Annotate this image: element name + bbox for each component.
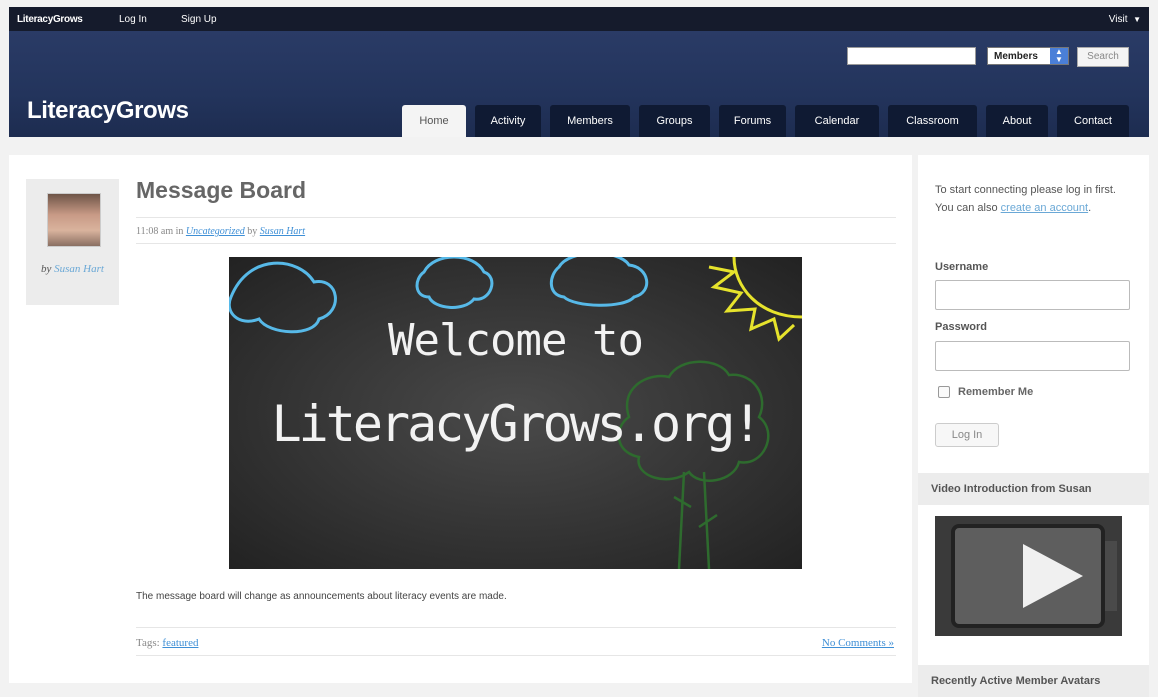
author-avatar[interactable]	[47, 193, 101, 247]
login-intro: To start connecting please log in first.…	[935, 181, 1135, 217]
tab-calendar[interactable]: Calendar	[795, 105, 879, 137]
tag-link[interactable]: featured	[162, 637, 198, 649]
remember-label: Remember Me	[958, 386, 1034, 398]
search-input[interactable]	[847, 47, 976, 65]
remember-me[interactable]: Remember Me	[938, 386, 1034, 399]
tab-activity[interactable]: Activity	[475, 105, 541, 137]
video-heading: Video Introduction from Susan	[918, 473, 1149, 505]
play-icon	[935, 516, 1122, 636]
remember-checkbox[interactable]	[938, 386, 950, 399]
post-body: The message board will change as announc…	[136, 591, 507, 602]
password-label: Password	[935, 321, 987, 333]
login-button[interactable]: Log In	[935, 423, 999, 447]
image-text-welcome: Welcome to	[388, 315, 644, 366]
divider	[136, 217, 896, 218]
author-byline: by Susan Hart	[26, 261, 119, 278]
tab-home[interactable]: Home	[402, 105, 466, 137]
post-meta: 11:08 am in Uncategorized by Susan Hart	[136, 226, 305, 237]
admin-bar-login-link[interactable]: Log In	[119, 14, 147, 25]
divider	[136, 243, 896, 244]
site-title[interactable]: LiteracyGrows	[27, 97, 189, 125]
divider	[136, 655, 896, 656]
post-author-link[interactable]: Susan Hart	[260, 226, 305, 237]
tab-groups[interactable]: Groups	[639, 105, 710, 137]
divider	[136, 627, 896, 628]
video-thumbnail[interactable]	[935, 516, 1122, 636]
username-label: Username	[935, 261, 989, 273]
post-time: 11:08 am	[136, 226, 174, 237]
tab-classroom[interactable]: Classroom	[888, 105, 977, 137]
tags-label: Tags:	[136, 637, 160, 649]
chevron-down-icon: ▼	[1133, 15, 1141, 24]
post-title[interactable]: Message Board	[136, 177, 306, 204]
login-intro-end: .	[1088, 202, 1092, 214]
admin-bar-signup-link[interactable]: Sign Up	[181, 14, 217, 25]
tab-forums[interactable]: Forums	[719, 105, 786, 137]
visit-label: Visit	[1108, 14, 1128, 25]
password-field[interactable]	[935, 341, 1130, 371]
search-scope-value: Members	[994, 51, 1038, 62]
comments-link[interactable]: No Comments »	[822, 637, 894, 649]
post-tags: Tags: featured	[136, 637, 198, 649]
featured-image: Welcome to LiteracyGrows.org!	[229, 257, 802, 569]
admin-bar: LiteracyGrows Log In Sign Up Visit ▼	[9, 7, 1149, 31]
tab-contact[interactable]: Contact	[1057, 105, 1129, 137]
main-content: by Susan Hart Message Board 11:08 am in …	[9, 155, 912, 683]
search-button[interactable]: Search	[1077, 47, 1129, 67]
post-by-word: by	[247, 226, 258, 237]
tab-about[interactable]: About	[986, 105, 1048, 137]
image-text-site: LiteracyGrows.org!	[271, 395, 763, 453]
author-box: by Susan Hart	[26, 179, 119, 305]
create-account-link[interactable]: create an account	[1001, 202, 1088, 214]
admin-bar-logo[interactable]: LiteracyGrows	[17, 14, 83, 25]
admin-bar-visit-menu[interactable]: Visit ▼	[1109, 14, 1141, 25]
sidebar: To start connecting please log in first.…	[918, 155, 1149, 697]
author-prefix: by	[41, 263, 52, 275]
site-header: Members ▲ ▼ Search LiteracyGrows Home Act…	[9, 31, 1149, 137]
select-arrows-icon: ▲ ▼	[1050, 48, 1068, 64]
search-scope-select[interactable]: Members ▲ ▼	[987, 47, 1069, 65]
username-field[interactable]	[935, 280, 1130, 310]
avatars-heading: Recently Active Member Avatars	[918, 665, 1149, 697]
tab-members[interactable]: Members	[550, 105, 630, 137]
author-link[interactable]: Susan Hart	[54, 263, 104, 275]
post-category-link[interactable]: Uncategorized	[186, 226, 245, 237]
post-in-word: in	[175, 226, 184, 237]
